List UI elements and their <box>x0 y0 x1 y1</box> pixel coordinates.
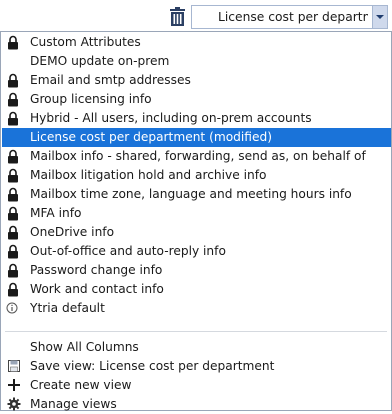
view-item-label: Email and smtp addresses <box>30 73 191 87</box>
view-item[interactable]: DEMO update on-prem <box>2 52 391 71</box>
view-item-label: DEMO update on-prem <box>30 54 170 68</box>
manage-views-label: Manage views <box>30 397 117 411</box>
plus-icon <box>8 379 20 391</box>
lock-icon <box>8 149 18 164</box>
show-all-columns-label: Show All Columns <box>30 340 139 354</box>
lock-icon <box>8 168 18 183</box>
view-item[interactable]: Password change info <box>2 261 391 280</box>
view-item[interactable]: MFA info <box>2 204 391 223</box>
lock-icon <box>8 282 18 297</box>
view-item-label: Mailbox time zone, language and meeting … <box>30 187 352 201</box>
lock-icon <box>8 92 18 107</box>
view-item[interactable]: Group licensing info <box>2 90 391 109</box>
view-item[interactable]: Out-of-office and auto-reply info <box>2 242 391 261</box>
lock-icon <box>8 187 18 202</box>
view-item-label: Mailbox info - shared, forwarding, send … <box>30 149 366 163</box>
view-item[interactable]: Email and smtp addresses <box>2 71 391 90</box>
view-item[interactable]: Mailbox litigation hold and archive info <box>2 166 391 185</box>
view-item-label: Password change info <box>30 263 163 277</box>
view-item-label: OneDrive info <box>30 225 115 239</box>
view-item-label: License cost per department (modified) <box>30 130 272 144</box>
view-item-label: Out-of-office and auto-reply info <box>30 244 226 258</box>
view-item-label: Group licensing info <box>30 92 152 106</box>
view-item-label: MFA info <box>30 206 82 220</box>
create-new-view-label: Create new view <box>30 378 132 392</box>
lock-icon <box>8 244 18 259</box>
lock-icon <box>8 35 18 50</box>
lock-icon <box>8 111 18 126</box>
view-item-label: Hybrid - All users, including on-prem ac… <box>30 111 312 125</box>
save-icon <box>8 360 20 372</box>
view-item[interactable]: Mailbox time zone, language and meeting … <box>2 185 391 204</box>
lock-icon <box>8 206 18 221</box>
trash-icon[interactable] <box>169 7 186 26</box>
info-icon <box>6 302 18 314</box>
views-menu: Custom Attributes DEMO update on-prem Emai… <box>0 31 392 411</box>
view-item-label: Work and contact info <box>30 282 164 296</box>
view-item-label: Mailbox litigation hold and archive info <box>30 168 267 182</box>
view-item-label: Ytria default <box>30 301 105 315</box>
menu-separator <box>5 331 387 332</box>
lock-icon <box>8 225 18 240</box>
view-item[interactable]: License cost per department (modified) <box>2 128 391 147</box>
save-view-label: Save view: License cost per department <box>30 359 275 373</box>
view-item[interactable]: Hybrid - All users, including on-prem ac… <box>2 109 391 128</box>
create-new-view-item[interactable]: Create new view <box>2 376 391 395</box>
lock-icon <box>8 263 18 278</box>
view-item[interactable]: Custom Attributes <box>2 33 391 52</box>
view-item[interactable]: Mailbox info - shared, forwarding, send … <box>2 147 391 166</box>
view-item-label: Custom Attributes <box>30 35 141 49</box>
manage-views-item[interactable]: Manage views <box>2 395 391 414</box>
view-item[interactable]: OneDrive info <box>2 223 391 242</box>
view-item[interactable]: Ytria default <box>2 299 391 318</box>
view-toolbar: License cost per departm <box>0 0 392 31</box>
save-view-item[interactable]: Save view: License cost per department <box>2 357 391 376</box>
dropdown-button[interactable] <box>372 6 387 28</box>
view-selector-dropdown[interactable]: License cost per departm <box>191 5 388 29</box>
chevron-down-icon <box>376 15 384 19</box>
view-item[interactable]: Work and contact info <box>2 280 391 299</box>
gear-icon <box>7 397 21 411</box>
lock-icon <box>8 73 18 88</box>
show-all-columns-item[interactable]: Show All Columns <box>2 338 391 357</box>
view-selector-value: License cost per departm <box>218 10 368 24</box>
